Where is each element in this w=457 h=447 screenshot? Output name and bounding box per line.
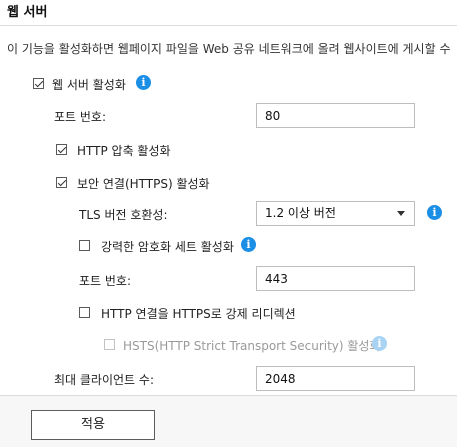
tls-label: TLS 버전 호환성: [79,208,168,222]
section-title: 웹 서버 [7,5,48,20]
port-label: 포트 번호: [54,110,107,124]
force-https-checkbox[interactable] [79,307,90,318]
https-label: 보안 연결(HTTPS) 활성화 [77,177,210,191]
info-icon[interactable]: i [372,336,387,351]
info-icon[interactable]: i [136,75,151,90]
enable-web-server-checkbox[interactable] [33,78,44,89]
strong-cipher-label: 강력한 암호화 세트 활성화 [101,240,234,254]
https-port-label: 포트 번호: [79,274,132,288]
tls-selected-value: 1.2 이상 버전 [265,206,336,220]
strong-cipher-checkbox[interactable] [79,240,90,251]
apply-button[interactable]: 적용 [31,410,155,440]
force-https-label: HTTP 연결을 HTTPS로 강제 리디렉션 [101,307,296,321]
https-port-input[interactable] [256,266,415,291]
info-icon[interactable]: i [241,237,256,252]
http-compression-checkbox[interactable] [56,144,67,155]
https-checkbox[interactable] [56,177,67,188]
hsts-checkbox[interactable] [104,339,115,350]
chevron-down-icon [397,211,405,216]
divider [0,395,457,396]
http-compression-label: HTTP 압축 활성화 [77,144,171,158]
divider [0,25,457,26]
max-clients-label: 최대 클라이언트 수: [54,373,154,387]
hsts-label: HSTS(HTTP Strict Transport Security) 활성화 [123,339,381,353]
description-text: 이 기능을 활성화하면 웹페이지 파일을 Web 공유 네트워크에 올려 웹사이… [7,42,451,56]
info-icon[interactable]: i [427,205,442,220]
tls-select[interactable]: 1.2 이상 버전 [256,201,415,226]
enable-web-server-label: 웹 서버 활성화 [52,78,126,92]
max-clients-input[interactable] [256,366,415,391]
port-input[interactable] [256,103,415,128]
